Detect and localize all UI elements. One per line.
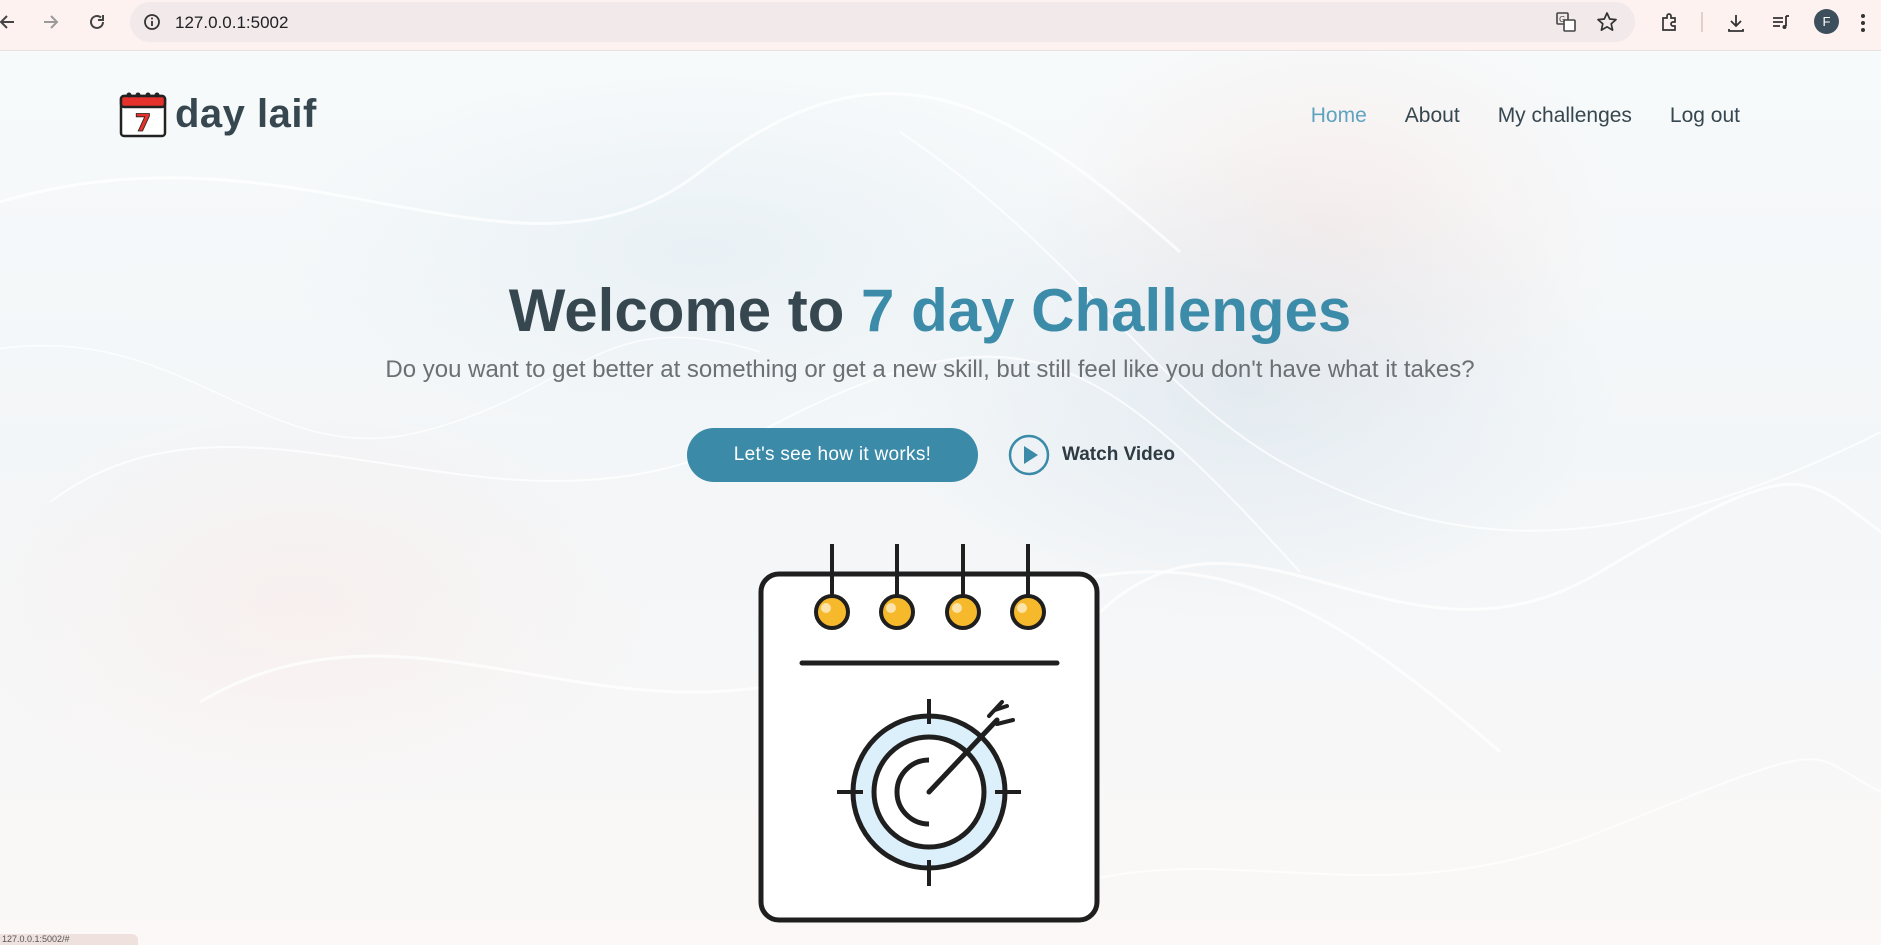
watch-video-label: Watch Video [1062,444,1175,465]
logo-text: day laif [175,91,317,136]
hero-title-prefix: Welcome to [508,277,862,344]
hero-title-accent: 7 day Challenges [861,277,1352,344]
hero-title: Welcome to 7 day Challenges [0,276,1860,345]
nav-my-challenges[interactable]: My challenges [1498,104,1632,128]
how-it-works-button[interactable]: Let's see how it works! [687,428,978,482]
url-text[interactable]: 127.0.0.1:5002 [175,13,288,33]
nav-log-out[interactable]: Log out [1670,104,1740,128]
play-icon [1008,434,1050,476]
hero-subtitle: Do you want to get better at something o… [385,356,1475,383]
site-info-icon[interactable] [140,10,164,34]
browser-toolbar: 127.0.0.1:5002 G F [0,0,1881,51]
toolbar-divider [1701,12,1703,32]
reload-icon[interactable] [85,10,109,34]
main-nav: Home About My challenges Log out [1311,104,1740,128]
forward-icon[interactable] [38,10,62,34]
address-bar[interactable]: 127.0.0.1:5002 G [130,2,1635,42]
nav-about[interactable]: About [1405,104,1460,128]
media-queue-icon[interactable] [1768,10,1794,36]
profile-avatar[interactable]: F [1814,9,1839,34]
nav-home[interactable]: Home [1311,104,1367,128]
download-icon[interactable] [1723,10,1749,36]
calendar-logo-icon: 7 [119,92,167,137]
status-bar-url: 127.0.0.1:5002/# [0,934,138,945]
watch-video-button[interactable]: Watch Video [1008,434,1175,476]
extensions-icon[interactable] [1657,10,1683,36]
svg-text:G: G [1559,15,1565,24]
bookmark-star-icon[interactable] [1595,10,1619,34]
logo-badge: 7 [135,109,152,137]
back-icon[interactable] [0,10,20,34]
page-content: 7 day laif Home About My challenges Log … [0,52,1881,945]
translate-icon[interactable]: G [1554,10,1578,34]
site-logo[interactable]: 7 day laif [119,90,317,138]
calendar-target-illustration [758,544,1100,923]
kebab-menu-icon[interactable] [1855,10,1871,36]
